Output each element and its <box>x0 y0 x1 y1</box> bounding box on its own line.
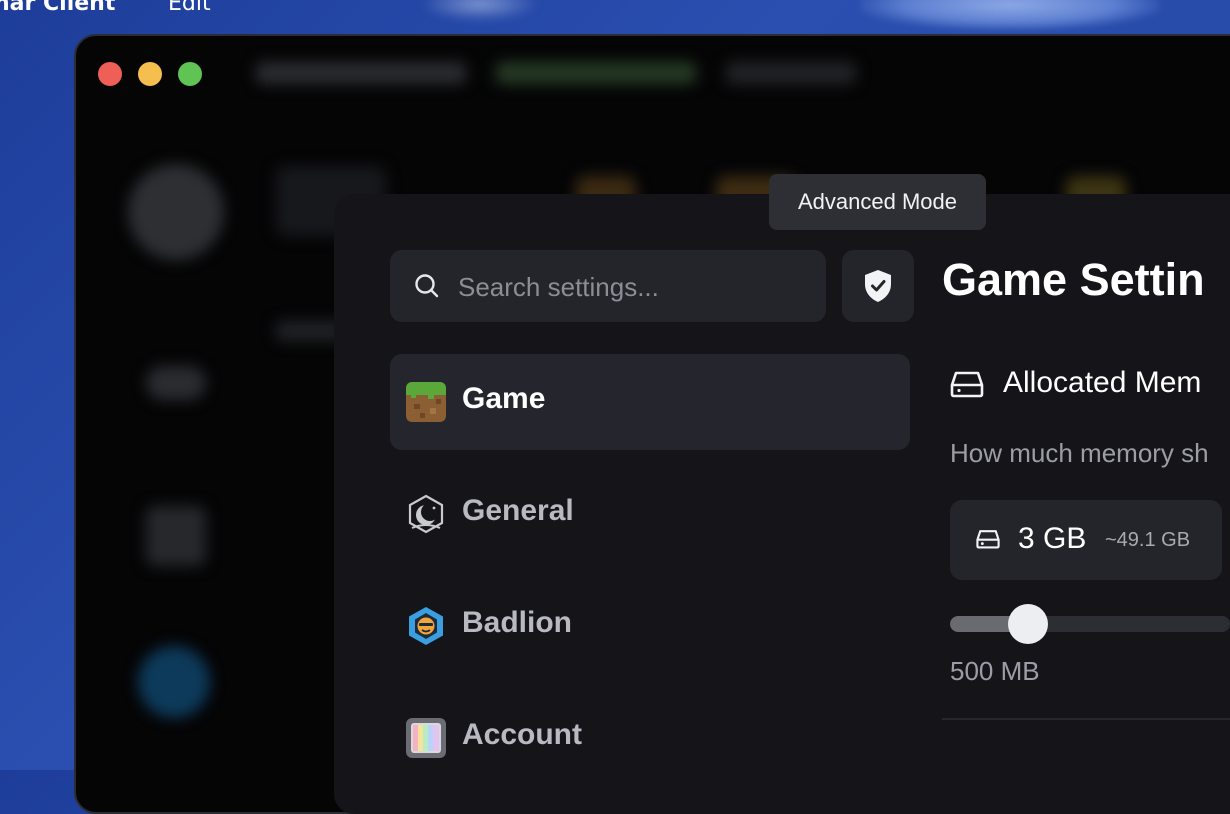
advanced-mode-button[interactable] <box>842 250 914 322</box>
memory-available: ~49.1 GB <box>1105 529 1191 551</box>
window-minimize-button[interactable] <box>138 62 162 86</box>
nav-item-label: Badlion <box>462 606 572 639</box>
search-icon <box>415 274 439 298</box>
moon-logo-icon <box>408 494 444 534</box>
memory-value-display: 3 GB ~49.1 GB <box>950 500 1222 580</box>
nav-item-general[interactable]: General <box>390 466 910 562</box>
window-close-button[interactable] <box>98 62 122 86</box>
section-heading-text: Allocated Mem <box>1003 366 1202 399</box>
wallpaper-decoration <box>860 0 1160 30</box>
account-avatar-icon <box>406 718 446 758</box>
menubar-app-name[interactable]: nar Client <box>0 0 115 16</box>
nav-item-label: Account <box>462 718 582 751</box>
nav-item-account[interactable]: Account <box>390 690 910 786</box>
hard-drive-icon <box>976 530 1000 549</box>
menubar-edit-menu[interactable]: Edit <box>168 0 211 16</box>
wallpaper-decoration <box>420 0 540 22</box>
badlion-lion-icon <box>409 607 443 645</box>
hard-drive-icon <box>950 371 984 398</box>
section-description: How much memory sh <box>950 438 1209 468</box>
section-divider <box>942 718 1230 720</box>
window-zoom-button[interactable] <box>178 62 202 86</box>
advanced-mode-tooltip: Advanced Mode <box>769 174 986 230</box>
shield-check-icon <box>865 270 891 302</box>
memory-slider-track[interactable] <box>950 616 1230 632</box>
slider-min-label: 500 MB <box>950 656 1040 686</box>
macos-menubar: nar Client Edit <box>0 0 1230 30</box>
search-placeholder: Search settings... <box>458 272 659 302</box>
nav-item-label: General <box>462 494 574 527</box>
memory-value: 3 GB <box>1018 522 1087 555</box>
page-title: Game Settin <box>942 254 1205 305</box>
nav-item-label: Game <box>462 382 546 415</box>
nav-item-game[interactable]: Game <box>390 354 910 450</box>
nav-item-badlion[interactable]: Badlion <box>390 578 910 674</box>
search-settings-input[interactable]: Search settings... <box>390 250 826 322</box>
memory-slider-thumb[interactable] <box>1008 604 1048 644</box>
minecraft-grass-icon <box>406 382 446 422</box>
